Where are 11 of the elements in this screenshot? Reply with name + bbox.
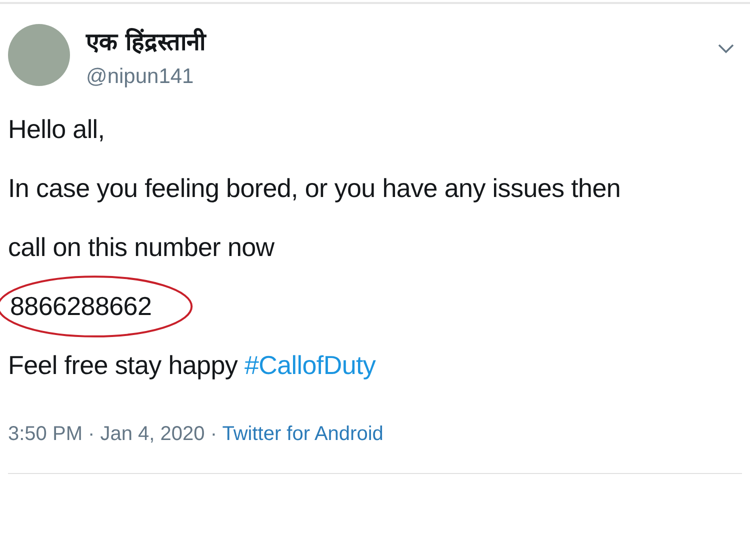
tweet-text: call on this number now xyxy=(8,232,274,262)
display-name[interactable]: एक हिंद्रस्तानी xyxy=(86,28,206,56)
hashtag-link[interactable]: #CallofDuty xyxy=(244,346,376,386)
tweet-text: 8866288662 xyxy=(10,291,152,322)
timestamp: 3:50 PM · Jan 4, 2020 · xyxy=(8,423,218,446)
source-link[interactable]: Twitter for Android xyxy=(222,423,384,446)
chevron-down-icon[interactable] xyxy=(718,44,734,54)
tweet-text: In case you feeling bored, or you have any issues then xyxy=(8,173,621,204)
tweet-text: Feel free stay happy xyxy=(8,350,238,380)
tweet-text: Hello all, xyxy=(8,114,105,144)
user-handle[interactable]: @nipun141 xyxy=(86,64,194,88)
